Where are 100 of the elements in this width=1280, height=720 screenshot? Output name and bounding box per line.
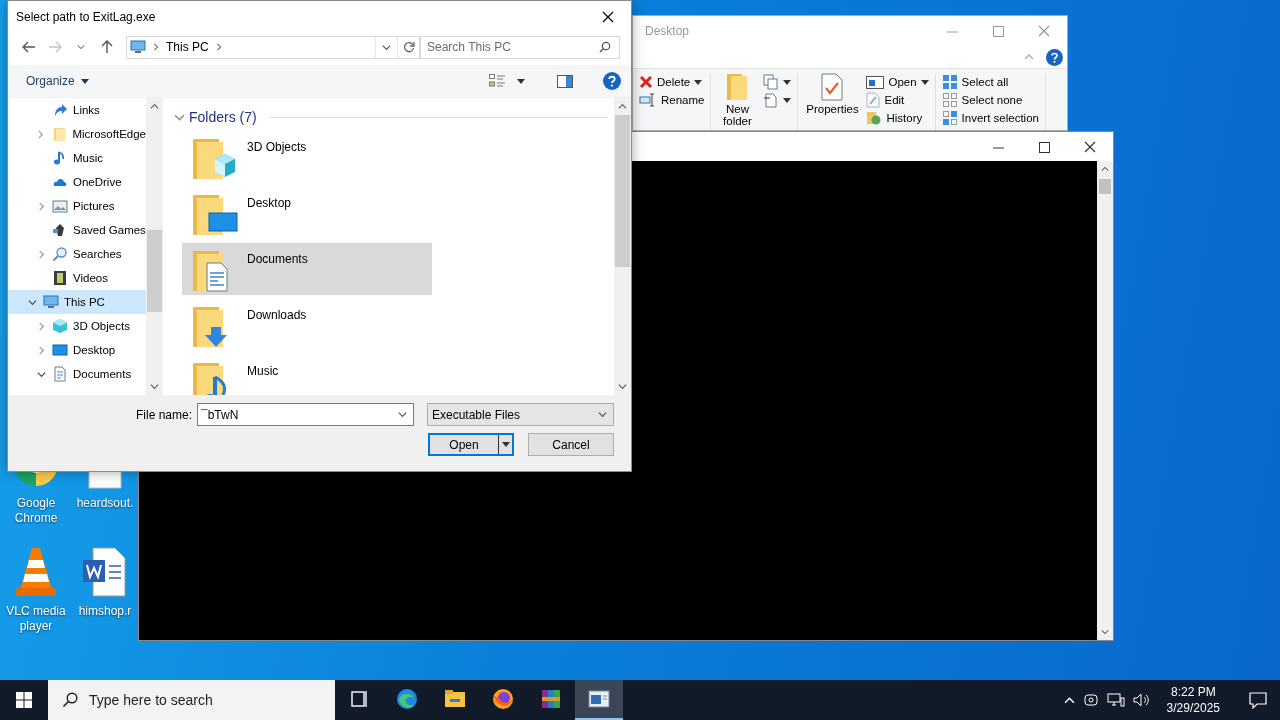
- caret-icon: [501, 442, 510, 447]
- window-icon: [587, 687, 611, 711]
- file-name-field[interactable]: ¯bTwN: [197, 403, 414, 426]
- network-icon[interactable]: [1106, 692, 1125, 708]
- desktop-screen-icon: [52, 342, 68, 358]
- open-window-icon: [866, 75, 885, 89]
- browser-icon: [395, 687, 419, 711]
- refresh-icon: [402, 41, 415, 53]
- tree-item[interactable]: Saved Games: [8, 218, 146, 242]
- cube-icon: [52, 318, 68, 334]
- tree-item[interactable]: Links: [8, 98, 146, 122]
- search-field[interactable]: Search This PC: [420, 35, 620, 59]
- ribbon-button[interactable]: Delete: [639, 73, 705, 91]
- camera-icon[interactable]: [1082, 692, 1099, 708]
- ribbon-icon-button[interactable]: [763, 73, 792, 91]
- checked-page-icon: [820, 73, 845, 101]
- close-icon: [1084, 141, 1096, 153]
- taskbar-button[interactable]: [575, 680, 623, 720]
- select-none-icon: [941, 92, 958, 108]
- scrollbar-thumb[interactable]: [147, 230, 162, 312]
- monitor-icon: [130, 39, 146, 55]
- maximize-icon: [1038, 141, 1050, 153]
- ribbon-button[interactable]: History: [866, 109, 929, 127]
- field-label: File name:: [135, 407, 192, 422]
- ribbon-button[interactable]: New folder: [717, 73, 758, 127]
- ribbon-button[interactable]: Properties: [804, 73, 861, 115]
- maximize-icon: [992, 25, 1004, 37]
- scrollbar[interactable]: [614, 98, 631, 395]
- copy-icon: [763, 74, 780, 90]
- preview-pane-icon[interactable]: [557, 74, 573, 88]
- help-icon[interactable]: [603, 72, 621, 90]
- scroll-up-icon: [150, 102, 159, 111]
- delete-icon: [639, 75, 653, 89]
- back-arrow-icon: [22, 41, 36, 53]
- ribbon-button[interactable]: Open: [866, 73, 929, 91]
- scrollbar-thumb[interactable]: [1099, 179, 1111, 194]
- browser-icon: [491, 687, 515, 711]
- forward-arrow-icon: [48, 41, 62, 53]
- folder-item[interactable]: Desktop: [182, 187, 432, 239]
- tree-item[interactable]: Desktop: [8, 338, 146, 362]
- scroll-up-icon: [618, 102, 627, 111]
- chevron-down-icon: [598, 410, 607, 419]
- chevron-down-icon: [382, 42, 391, 52]
- help-icon[interactable]: [1046, 48, 1063, 66]
- tree-item[interactable]: Documents: [8, 362, 146, 386]
- new-document-icon: [763, 92, 780, 108]
- folder-icon: [51, 126, 68, 142]
- cancel-button[interactable]: Cancel: [528, 433, 614, 456]
- scrollbar-thumb[interactable]: [615, 115, 630, 267]
- organize-button[interactable]: Organize: [24, 70, 91, 92]
- ribbon-button[interactable]: Edit: [866, 91, 929, 109]
- scroll-up-icon: [1101, 165, 1109, 173]
- speech-bubble-icon: [1249, 691, 1267, 709]
- view-options-icon[interactable]: [489, 74, 505, 88]
- ribbon-button[interactable]: Invert selection: [941, 109, 1039, 127]
- file-type-dropdown[interactable]: Executable Files: [427, 403, 614, 426]
- ribbon-button[interactable]: Select none: [941, 91, 1039, 109]
- breadcrumb-item[interactable]: This PC: [166, 40, 209, 54]
- show-hidden-icons-icon: [1063, 694, 1075, 706]
- chevron-down-icon: [398, 410, 407, 419]
- taskbar-search-field[interactable]: Type here to search: [48, 680, 335, 720]
- address-bar[interactable]: This PC: [126, 35, 420, 59]
- magnifier-icon: [52, 246, 68, 262]
- close-icon: [1038, 25, 1050, 37]
- books-icon: [539, 687, 563, 711]
- select-all-icon: [941, 74, 958, 90]
- tree-item[interactable]: Pictures: [8, 194, 146, 218]
- search-icon: [599, 41, 611, 53]
- picture-frame-icon: [52, 198, 68, 214]
- scrollbar[interactable]: [146, 98, 163, 395]
- tree-item[interactable]: MicrosoftEdge: [8, 122, 146, 146]
- scroll-down-icon: [150, 382, 159, 391]
- tree-item[interactable]: Music: [8, 146, 146, 170]
- folder-item[interactable]: 3D Objects: [182, 131, 432, 183]
- group-header[interactable]: Folders (7): [174, 107, 614, 127]
- speaker-icon[interactable]: [1132, 692, 1151, 708]
- rename-icon: [639, 93, 657, 107]
- film-icon: [52, 270, 68, 286]
- search-icon: [62, 692, 78, 708]
- monitor-icon: [43, 294, 59, 310]
- ribbon-button[interactable]: Rename: [639, 91, 705, 109]
- close-icon: [602, 10, 614, 23]
- tree-item[interactable]: Videos: [8, 266, 146, 290]
- ribbon-button[interactable]: Select all: [941, 73, 1039, 91]
- clock[interactable]: 8:22 PM 3/29/2025: [1158, 684, 1228, 716]
- chevron-down-icon: [77, 43, 85, 51]
- tree-item[interactable]: OneDrive: [8, 170, 146, 194]
- window-title: Desktop: [645, 24, 690, 38]
- tree-item[interactable]: 3D Objects: [8, 314, 146, 338]
- window-title: Select path to ExitLag.exe: [16, 9, 156, 24]
- open-button[interactable]: Open: [428, 433, 514, 456]
- word-document-icon: [81, 546, 129, 598]
- tree-item[interactable]: This PC: [8, 290, 146, 314]
- folder-item[interactable]: Downloads: [182, 299, 432, 351]
- invert-selection-icon: [941, 110, 958, 126]
- scrollbar[interactable]: [1097, 161, 1113, 640]
- tree-item[interactable]: Searches: [8, 242, 146, 266]
- folder-item[interactable]: Documents: [182, 243, 432, 295]
- document-icon: [52, 366, 68, 382]
- ribbon-icon-button[interactable]: [763, 91, 792, 109]
